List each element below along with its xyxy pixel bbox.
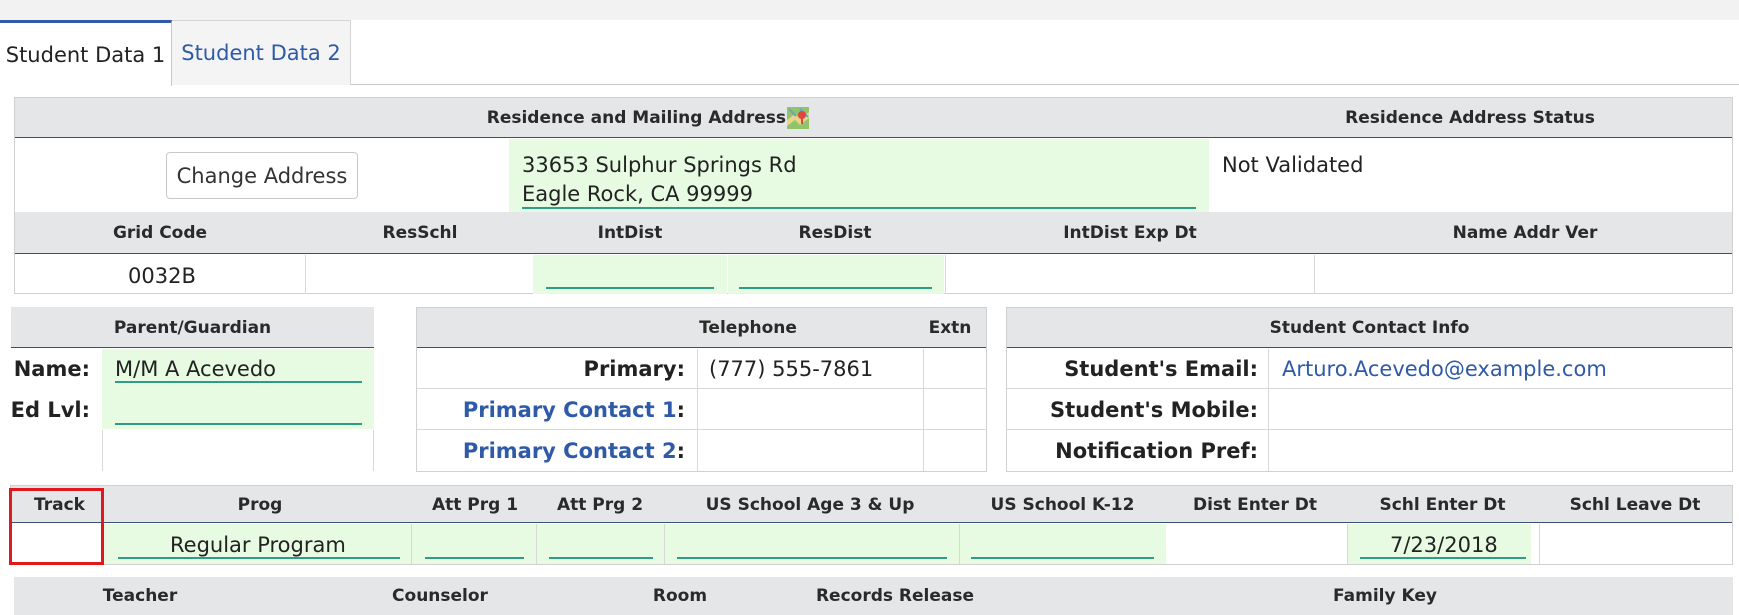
divider	[1539, 524, 1540, 564]
divider	[102, 430, 103, 471]
tab-student-data-1[interactable]: Student Data 1	[0, 20, 172, 86]
top-strip	[0, 0, 1739, 20]
name-addr-ver-header: Name Addr Ver	[1452, 223, 1598, 243]
teacher-header: Teacher	[102, 586, 178, 606]
track-highlight-box[interactable]	[9, 488, 104, 565]
primary-contact-2-link[interactable]: Primary Contact 2:	[430, 431, 685, 471]
parent-name-value[interactable]: M/M A Acevedo	[115, 354, 276, 384]
records-release-header: Records Release	[815, 586, 975, 606]
us-school-age-header: US School Age 3 & Up	[705, 494, 915, 515]
intdist-input[interactable]	[546, 287, 714, 289]
colon: :	[676, 439, 685, 463]
address-status-header: Residence Address Status	[1345, 108, 1595, 128]
primary-contact-1-link[interactable]: Primary Contact 1:	[430, 390, 685, 429]
schl-enter-dt-header: Schl Enter Dt	[1379, 494, 1506, 515]
student-email-label: Student's Email:	[1064, 356, 1258, 381]
divider	[1007, 388, 1732, 389]
divider	[1268, 349, 1269, 471]
divider	[923, 349, 924, 471]
map-icon[interactable]	[786, 106, 810, 130]
parent-name-underline	[115, 381, 362, 383]
contact-header: Student Contact Info	[1269, 318, 1470, 338]
student-email-link[interactable]: Arturo.Acevedo@example.com	[1282, 349, 1607, 388]
family-key-header: Family Key	[1333, 586, 1437, 606]
telephone-header: Telephone	[699, 318, 797, 338]
divider	[411, 524, 412, 564]
us-school-k12-input[interactable]	[971, 557, 1154, 559]
primary-phone-value[interactable]: (777) 555-7861	[709, 349, 873, 388]
ed-lvl-label: Ed Lvl:	[10, 398, 90, 422]
schl-leave-dt-header: Schl Leave Dt	[1569, 494, 1701, 515]
schl-enter-dt-underline	[1360, 557, 1526, 559]
prog-underline	[118, 557, 400, 559]
address-line-2[interactable]: Eagle Rock, CA 99999	[522, 180, 753, 208]
parent-header: Parent/Guardian	[113, 317, 272, 338]
att-prg-1-input[interactable]	[425, 557, 524, 559]
room-header: Room	[652, 586, 708, 606]
us-school-age-input[interactable]	[677, 557, 947, 559]
student-email-value[interactable]: Arturo.Acevedo@example.com	[1282, 357, 1607, 381]
divider	[305, 255, 306, 294]
us-school-k12-header: US School K-12	[990, 494, 1135, 515]
ed-lvl-input[interactable]	[115, 423, 362, 425]
grid-code-value: 0032B	[128, 264, 196, 288]
intdist-exp-dt-header: IntDist Exp Dt	[1063, 223, 1197, 243]
resschl-header: ResSchl	[382, 223, 458, 243]
divider	[945, 255, 946, 294]
divider	[697, 349, 698, 471]
colon: :	[676, 356, 685, 381]
counselor-header: Counselor	[392, 586, 488, 606]
notification-pref-label: Notification Pref:	[1055, 439, 1258, 463]
dist-enter-dt-header: Dist Enter Dt	[1192, 494, 1317, 515]
change-address-button[interactable]: Change Address	[166, 152, 358, 199]
address-line-1[interactable]: 33653 Sulphur Springs Rd	[522, 151, 797, 179]
att-prg-2-input[interactable]	[549, 557, 653, 559]
att-prg-1-header: Att Prg 1	[431, 494, 519, 515]
tab-student-data-2[interactable]: Student Data 2	[172, 20, 351, 85]
student-mobile-label: Student's Mobile:	[1049, 397, 1258, 422]
primary-phone-label: Primary:	[430, 349, 685, 388]
divider	[1007, 429, 1732, 430]
address-header: Residence and Mailing Address	[486, 108, 786, 128]
resdist-input[interactable]	[739, 287, 932, 289]
address-underline	[522, 207, 1196, 209]
primary-contact-2-text[interactable]: Primary Contact 2	[463, 439, 677, 463]
divider	[959, 524, 960, 564]
divider	[417, 388, 986, 389]
address-status-value: Not Validated	[1222, 153, 1364, 177]
divider	[373, 430, 374, 471]
parent-name-label: Name:	[13, 357, 90, 381]
extn-header: Extn	[928, 318, 972, 338]
primary-label-text: Primary	[583, 356, 677, 381]
resdist-header: ResDist	[798, 223, 872, 243]
colon: :	[676, 397, 685, 422]
primary-contact-1-text[interactable]: Primary Contact 1	[463, 398, 677, 422]
intdist-header: IntDist	[597, 223, 663, 243]
divider	[1314, 255, 1315, 294]
divider	[664, 524, 665, 564]
grid-code-header: Grid Code	[112, 223, 208, 243]
divider	[536, 524, 537, 564]
prog-header: Prog	[237, 494, 283, 515]
divider	[417, 429, 986, 430]
att-prg-2-header: Att Prg 2	[556, 494, 644, 515]
